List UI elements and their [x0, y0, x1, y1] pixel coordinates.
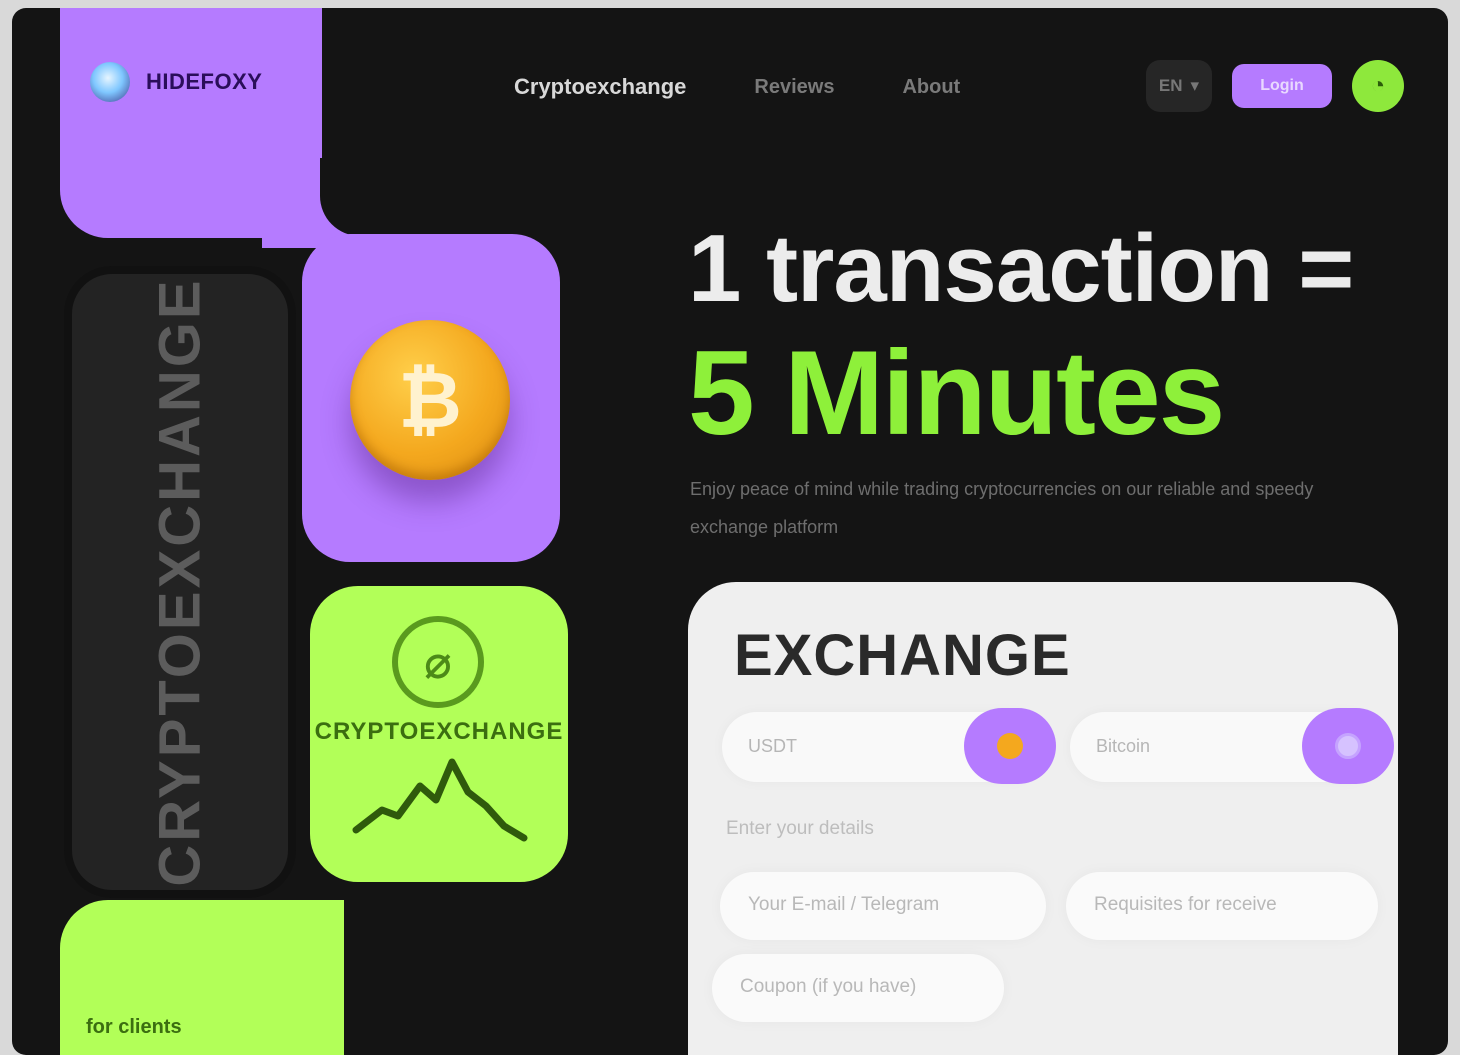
requisites-placeholder: Requisites for receive: [1094, 894, 1277, 915]
nav-about[interactable]: About: [902, 76, 960, 99]
brand-name: HIDEFOXY: [146, 69, 263, 94]
globe-logo-icon: [90, 62, 130, 102]
green-footer-text: for clients: [86, 1016, 182, 1038]
nav-reviews[interactable]: Reviews: [754, 76, 834, 99]
nav-cryptoexchange[interactable]: Cryptoexchange: [514, 74, 686, 100]
exchange-title: EXCHANGE: [734, 623, 1071, 688]
coupon-placeholder: Coupon (if you have): [740, 976, 917, 997]
to-currency-placeholder: Bitcoin: [1096, 736, 1151, 756]
from-currency-placeholder: USDT: [748, 736, 797, 756]
main-nav: Cryptoexchange Reviews About: [514, 74, 960, 100]
header-actions: EN ▾ Login ◔: [1146, 60, 1404, 112]
hero-description: Enjoy peace of mind while trading crypto…: [690, 479, 1314, 537]
coin-icon: [1335, 733, 1361, 759]
price-chart-icon: [352, 758, 528, 842]
email-placeholder: Your E-mail / Telegram: [748, 894, 940, 915]
green-footer-block: for clients: [60, 900, 344, 1055]
from-currency-select[interactable]: [964, 708, 1056, 784]
bitcoin-coin-icon: ₿: [350, 320, 510, 480]
exchange-logo-icon: ⌀: [392, 616, 484, 708]
vertical-banner-text: CRYPTOEXCHANGE: [147, 277, 213, 887]
requisites-field[interactable]: Requisites for receive: [1066, 872, 1378, 940]
email-field[interactable]: Your E-mail / Telegram: [720, 872, 1046, 940]
hero-title-line2: 5 Minutes: [688, 326, 1225, 460]
green-card-label: CRYPTOEXCHANGE: [314, 718, 564, 745]
app-frame: ₿ CRYPTOEXCHANGE ⌀ CRYPTOEXCHANGE for cl…: [12, 8, 1448, 1055]
details-label: Enter your details: [726, 818, 874, 839]
to-currency-select[interactable]: [1302, 708, 1394, 784]
connector-curve: [320, 158, 440, 236]
coin-icon: [997, 733, 1023, 759]
coupon-field[interactable]: Coupon (if you have): [712, 954, 1004, 1022]
exchange-card: EXCHANGE USDT Bitcoin Enter your details…: [688, 582, 1398, 1055]
language-selector[interactable]: EN ▾: [1146, 60, 1212, 112]
hero-title-line1: 1 transaction =: [688, 215, 1354, 322]
vertical-banner: CRYPTOEXCHANGE: [64, 266, 296, 898]
bitcoin-card: ₿: [302, 234, 560, 562]
from-currency-field[interactable]: USDT: [722, 708, 1056, 784]
user-icon[interactable]: ◔: [1352, 60, 1404, 112]
to-currency-field[interactable]: Bitcoin: [1070, 708, 1394, 784]
brand-logo[interactable]: HIDEFOXY: [90, 62, 262, 102]
chevron-down-icon: ▾: [1190, 76, 1200, 95]
login-button[interactable]: Login: [1232, 64, 1332, 108]
language-code: EN: [1158, 76, 1183, 95]
cryptoexchange-card: ⌀ CRYPTOEXCHANGE: [310, 586, 568, 882]
